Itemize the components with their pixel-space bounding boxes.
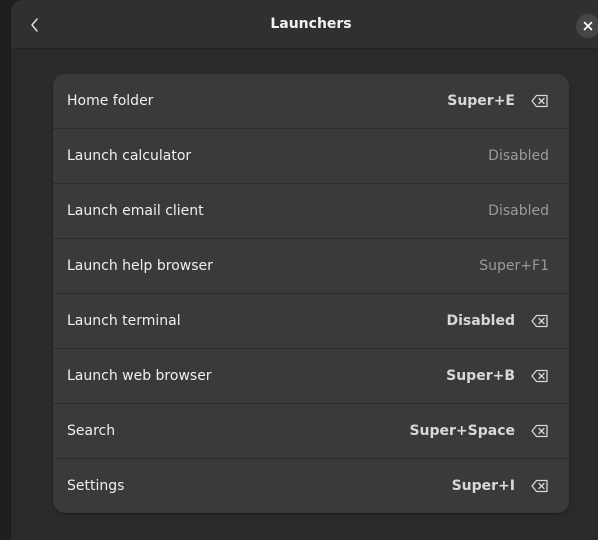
close-icon bbox=[583, 21, 593, 31]
shortcut-row[interactable]: Launch terminal Disabled bbox=[53, 294, 569, 349]
shortcut-accelerator: Super+B bbox=[446, 368, 515, 384]
shortcut-accelerator: Disabled bbox=[446, 313, 515, 329]
shortcut-label: Launch email client bbox=[67, 203, 204, 219]
reset-shortcut-icon[interactable] bbox=[531, 479, 549, 493]
shortcut-label: Launch terminal bbox=[67, 313, 181, 329]
shortcut-label: Settings bbox=[67, 478, 125, 494]
shortcut-row[interactable]: Home folder Super+E bbox=[53, 74, 569, 129]
shortcut-row[interactable]: Search Super+Space bbox=[53, 404, 569, 459]
close-button[interactable] bbox=[576, 14, 598, 38]
page-title: Launchers bbox=[270, 16, 352, 32]
shortcut-row[interactable]: Launch email client Disabled bbox=[53, 184, 569, 239]
shortcut-label: Home folder bbox=[67, 93, 154, 109]
reset-shortcut-icon[interactable] bbox=[531, 369, 549, 383]
content-area: Home folder Super+E Launch calculator Di… bbox=[11, 49, 598, 540]
shortcut-row[interactable]: Launch help browser Super+F1 bbox=[53, 239, 569, 294]
shortcut-list: Home folder Super+E Launch calculator Di… bbox=[53, 74, 569, 513]
settings-window: Launchers Home folder Super+E Launch cal… bbox=[11, 0, 598, 540]
reset-shortcut-icon[interactable] bbox=[531, 314, 549, 328]
shortcut-row[interactable]: Settings Super+I bbox=[53, 459, 569, 513]
reset-shortcut-icon[interactable] bbox=[531, 94, 549, 108]
shortcut-label: Launch web browser bbox=[67, 368, 212, 384]
shortcut-accelerator: Super+Space bbox=[409, 423, 515, 439]
shortcut-accelerator: Super+E bbox=[447, 93, 515, 109]
shortcut-label: Search bbox=[67, 423, 116, 439]
shortcut-accelerator: Disabled bbox=[488, 148, 549, 164]
shortcut-accelerator: Super+I bbox=[451, 478, 515, 494]
shortcut-label: Launch calculator bbox=[67, 148, 192, 164]
chevron-left-icon bbox=[31, 18, 38, 32]
shortcut-label: Launch help browser bbox=[67, 258, 213, 274]
shortcut-row[interactable]: Launch web browser Super+B bbox=[53, 349, 569, 404]
reset-shortcut-icon[interactable] bbox=[531, 424, 549, 438]
shortcut-accelerator: Super+F1 bbox=[479, 258, 549, 274]
back-button[interactable] bbox=[23, 11, 47, 39]
shortcut-row[interactable]: Launch calculator Disabled bbox=[53, 129, 569, 184]
header-bar: Launchers bbox=[11, 0, 598, 49]
shortcut-accelerator: Disabled bbox=[488, 203, 549, 219]
